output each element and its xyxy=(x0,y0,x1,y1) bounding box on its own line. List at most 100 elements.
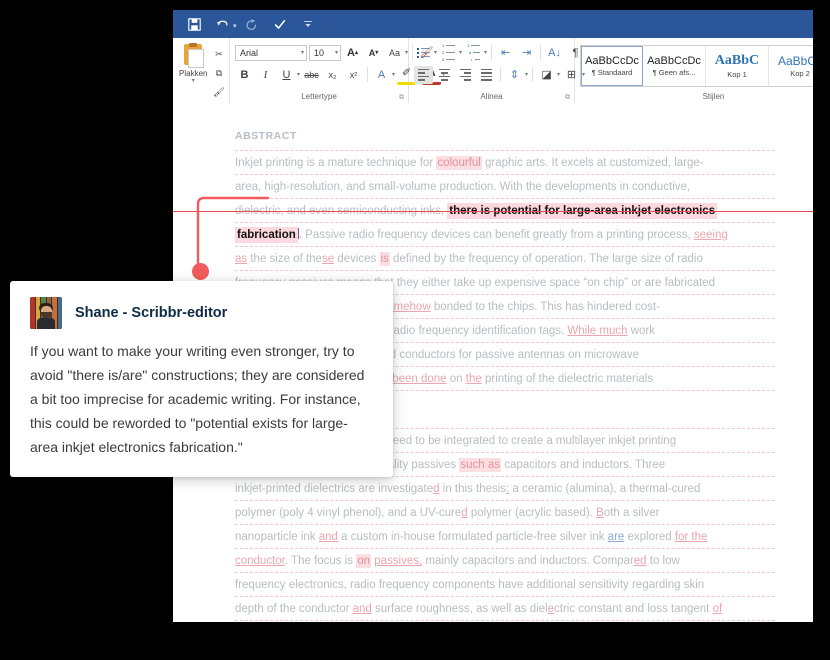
decrease-indent-icon[interactable]: ⇤ xyxy=(496,44,515,62)
text-run: While much xyxy=(567,325,628,337)
comment-author: Shane - Scribbr-editor xyxy=(75,305,228,321)
font-size-input[interactable]: 10 ▾ xyxy=(309,44,341,61)
cut-icon[interactable]: ✂ xyxy=(209,45,228,63)
shading-icon[interactable]: ◪ xyxy=(537,66,556,84)
shading-dropdown-icon[interactable]: ▾ xyxy=(557,71,560,78)
text-run: are xyxy=(607,531,625,543)
change-case-dropdown-icon[interactable]: ▾ xyxy=(405,49,408,56)
font-name-dropdown-icon[interactable]: ▾ xyxy=(301,49,304,56)
text-run: se xyxy=(321,253,335,265)
redo-icon[interactable] xyxy=(239,12,265,36)
comment-body: If you want to make your writing even st… xyxy=(30,343,365,455)
document-line: conductor. The focus is on passives, mai… xyxy=(235,548,775,573)
style-item-standaard[interactable]: AaBbCcDc ¶ Standaard xyxy=(581,46,643,86)
align-center-icon[interactable] xyxy=(435,66,454,84)
paste-button[interactable]: Plakken ▾ xyxy=(179,43,207,84)
subscript-icon[interactable]: x₂ xyxy=(323,66,342,84)
shrink-font-icon[interactable]: A ▾ xyxy=(364,44,383,62)
text-run: passives, xyxy=(374,555,423,567)
style-sample: AaBbCcDc xyxy=(647,55,701,67)
comment-card[interactable]: Shane - Scribbr-editor If you want to ma… xyxy=(10,281,393,477)
style-item-kop2[interactable]: AaBbCc Kop 2 xyxy=(769,46,813,86)
styles-gallery[interactable]: AaBbCcDc ¶ Standaard AaBbCcDc ¶ Geen afs… xyxy=(580,45,813,87)
align-left-icon[interactable] xyxy=(414,65,433,84)
document-line: nanoparticle ink and a custom in-house f… xyxy=(235,524,775,549)
undo-dropdown-icon[interactable]: ▾ xyxy=(233,18,237,30)
font-size-dropdown-icon[interactable]: ▾ xyxy=(335,49,338,56)
text-effects-dropdown-icon[interactable]: ▾ xyxy=(392,71,395,78)
text-run: oth a silver xyxy=(603,507,660,519)
text-run: explored xyxy=(624,531,675,543)
multilevel-list-icon[interactable]: 1ai xyxy=(464,43,483,62)
text-run: ed xyxy=(633,555,647,567)
document-line: as the size of these devices is defined … xyxy=(235,246,775,271)
text-run: seeing xyxy=(693,229,728,241)
text-run: surface roughness, as well as diel xyxy=(371,603,548,615)
bold-icon[interactable]: B xyxy=(235,66,254,84)
text-run: for the xyxy=(674,531,708,543)
text-effects-icon[interactable]: A xyxy=(372,66,391,84)
paste-icon xyxy=(182,43,205,68)
comment-header: Shane - Scribbr-editor xyxy=(30,297,373,329)
underline-icon[interactable]: U xyxy=(277,66,296,84)
numbering-dropdown-icon[interactable]: ▾ xyxy=(459,49,462,56)
text-run: devices xyxy=(334,253,380,265)
bullets-dropdown-icon[interactable]: ▾ xyxy=(434,49,437,56)
line-spacing-dropdown-icon[interactable]: ▾ xyxy=(525,71,528,78)
text-run: nanoparticle ink xyxy=(235,531,319,543)
text-run: a ceramic (alumina), a thermal-cured xyxy=(509,483,701,495)
style-sample: AaBbC xyxy=(714,53,760,68)
font-name-input[interactable]: Arial ▾ xyxy=(235,44,307,61)
multilevel-list-dropdown-icon[interactable]: ▾ xyxy=(484,49,487,56)
increase-indent-icon[interactable]: ⇥ xyxy=(517,44,536,62)
quick-access-toolbar: ▾ xyxy=(173,10,813,38)
sort-icon[interactable]: A↓ xyxy=(545,44,564,62)
text-run: the xyxy=(465,373,482,385)
underline-dropdown-icon[interactable]: ▾ xyxy=(297,71,300,78)
style-name: Kop 1 xyxy=(727,70,747,79)
customize-qat-icon[interactable] xyxy=(295,12,321,36)
ribbon-group-styles-label: Stijlen ⧉ xyxy=(575,91,813,103)
justify-icon[interactable] xyxy=(477,66,496,84)
styles-label-text: Stijlen xyxy=(702,92,725,101)
numbering-icon[interactable]: 123 xyxy=(439,43,458,62)
abstract-heading: ABSTRACT xyxy=(235,130,297,142)
paste-dropdown-icon[interactable]: ▾ xyxy=(192,78,195,84)
style-name: ¶ Standaard xyxy=(591,68,633,77)
italic-icon[interactable]: I xyxy=(256,66,275,84)
document-line: the dielectric. These concerns are inves… xyxy=(235,620,775,622)
text-run: . Passive radio frequency devices can be… xyxy=(298,229,694,241)
style-sample: AaBbCc xyxy=(777,54,813,68)
document-line: depth of the conductor and surface rough… xyxy=(235,596,775,621)
ribbon-group-styles: AaBbCcDc ¶ Standaard AaBbCcDc ¶ Geen afs… xyxy=(575,38,813,103)
format-painter-icon[interactable]: 🖌 xyxy=(209,83,228,101)
text-run: conductor xyxy=(235,555,285,567)
paste-label: Plakken xyxy=(179,69,208,78)
document-line: fabrication. Passive radio frequency dev… xyxy=(235,222,775,247)
line-spacing-icon[interactable]: ⇕ xyxy=(505,66,524,84)
text-run: bonded to the chips. This has hindered c… xyxy=(430,301,660,313)
strikethrough-icon[interactable]: abc xyxy=(302,66,321,84)
bullets-icon[interactable] xyxy=(414,44,433,62)
comment-anchor-dot[interactable] xyxy=(192,263,209,280)
copy-icon[interactable]: ⧉ xyxy=(209,64,228,82)
style-item-geen-afstand[interactable]: AaBbCcDc ¶ Geen afs... xyxy=(643,46,706,86)
text-run: inkjet-printed dielectrics are investiga… xyxy=(235,483,434,495)
text-run: is xyxy=(379,252,390,266)
check-icon[interactable] xyxy=(267,12,293,36)
superscript-icon[interactable]: x² xyxy=(344,66,363,84)
text-run: B xyxy=(596,507,604,519)
grow-font-icon[interactable]: A ▴ xyxy=(343,44,362,62)
text-run: frequency electronics, radio frequency c… xyxy=(235,579,705,591)
change-case-icon[interactable]: Aa xyxy=(385,44,404,62)
undo-icon[interactable] xyxy=(209,12,235,36)
save-icon[interactable] xyxy=(181,12,207,36)
ribbon-group-font-label: Lettertype ⧉ xyxy=(230,91,408,103)
style-item-kop1[interactable]: AaBbC Kop 1 xyxy=(706,46,769,86)
text-run: ctric constant and loss tangent xyxy=(554,603,713,615)
text-run: such as xyxy=(459,458,502,472)
text-run: graphic arts. It excels at customized, l… xyxy=(481,157,704,169)
text-run: on xyxy=(356,554,372,568)
ribbon-group-clipboard: Plakken ▾ ✂ ⧉ 🖌 Klembord ⧉ xyxy=(173,38,230,111)
align-right-icon[interactable] xyxy=(456,66,475,84)
